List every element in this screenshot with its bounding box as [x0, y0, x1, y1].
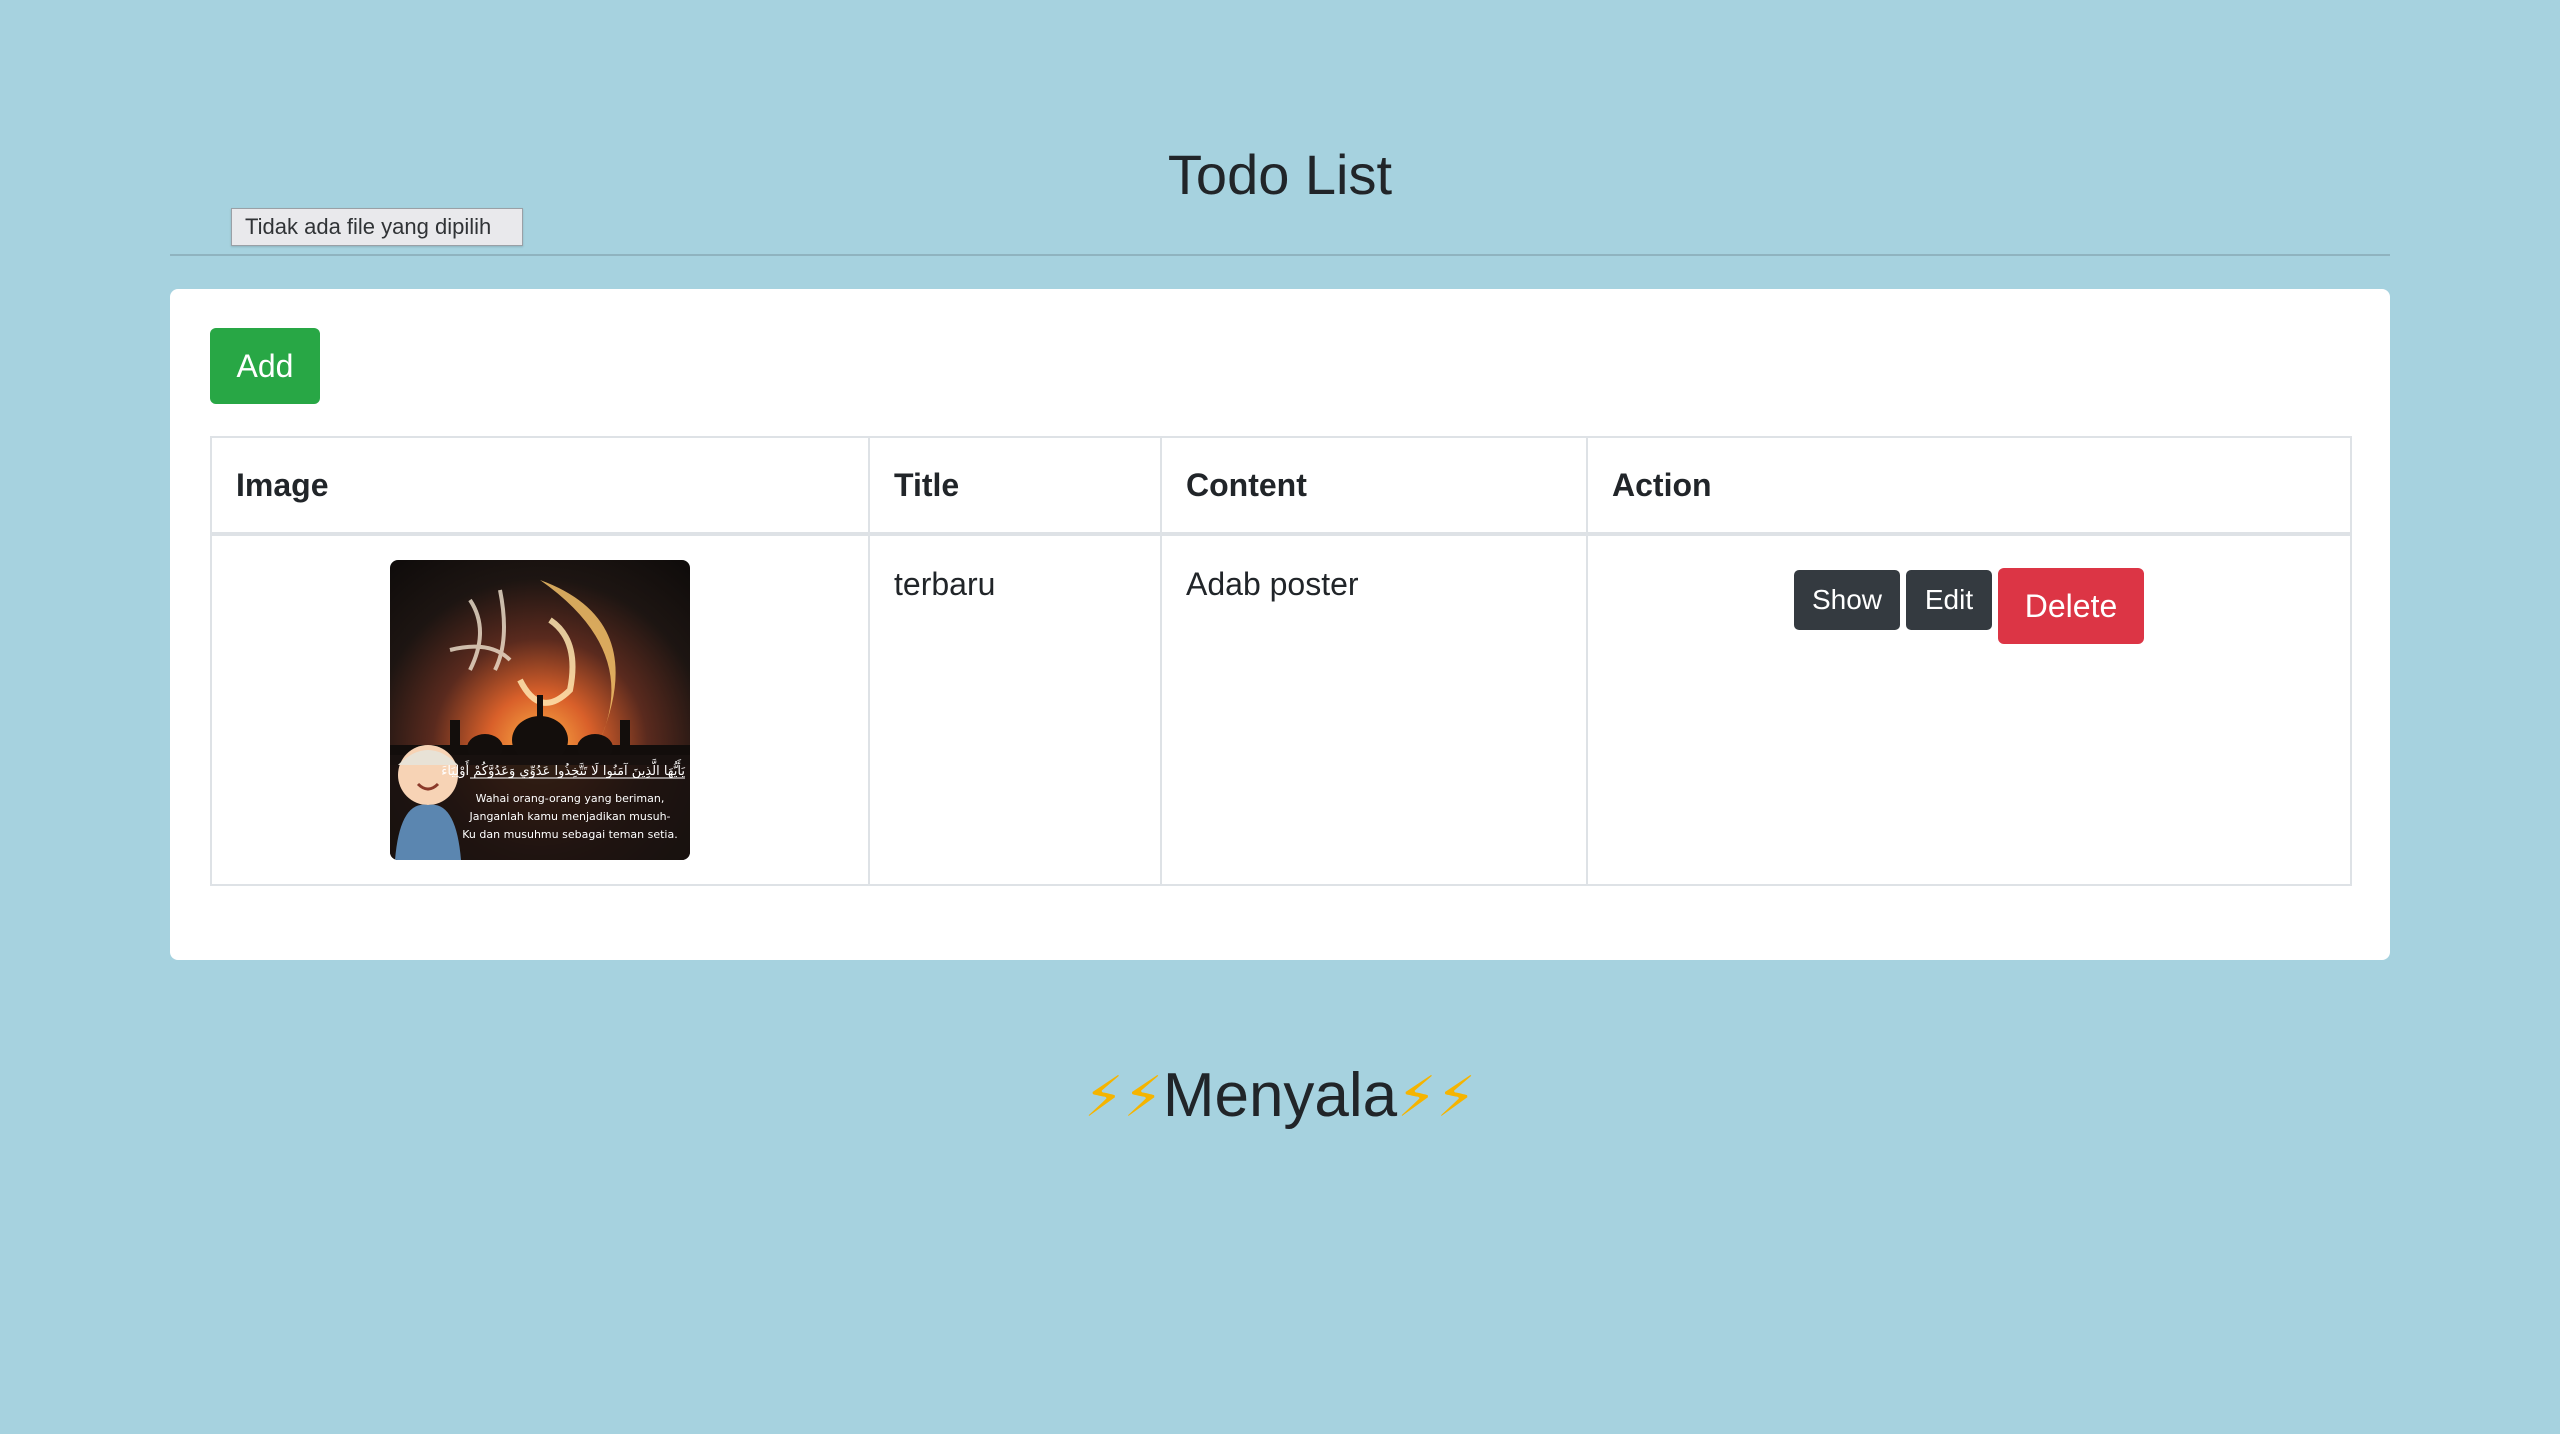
content-cell: Adab poster [1160, 533, 1588, 886]
file-input-tooltip: Tidak ada file yang dipilih [231, 208, 523, 246]
column-header-action: Action [1586, 436, 2352, 536]
todo-card: Add Image Title Content Action يَأَيُّهَ… [170, 289, 2390, 960]
page-title: Todo List [1167, 143, 1393, 206]
show-button[interactable]: Show [1794, 570, 1900, 630]
poster-caption-line: Janganlah kamu menjadikan musuh- [468, 810, 670, 823]
column-header-image: Image [210, 436, 870, 536]
poster-caption-line: Ku dan musuhmu sebagai teman setia. [462, 828, 677, 841]
column-header-content: Content [1160, 436, 1588, 536]
delete-button[interactable]: Delete [1998, 568, 2144, 644]
todo-table: Image Title Content Action يَأَيُّهَا ال… [210, 436, 2352, 886]
poster-thumbnail: يَأَيُّهَا الَّذِينَ آمَنُوا لَا تَتَّخِ… [390, 560, 690, 860]
header-divider [170, 254, 2390, 256]
edit-button[interactable]: Edit [1906, 570, 1992, 630]
table-header-row: Image Title Content Action [210, 436, 2352, 536]
action-cell: Show Edit Delete [1586, 533, 2352, 886]
poster-caption-line: Wahai orang-orang yang beriman, [476, 792, 665, 805]
lightning-icon: ⚡⚡ [1084, 1065, 1163, 1130]
lightning-icon: ⚡⚡ [1397, 1065, 1476, 1130]
page: Todo List Tidak ada file yang dipilih Ad… [0, 0, 2560, 1434]
footer-banner: ⚡⚡Menyala⚡⚡ [0, 1060, 2560, 1134]
add-button[interactable]: Add [210, 328, 320, 404]
title-cell: terbaru [868, 533, 1162, 886]
footer-text: Menyala [1162, 1061, 1398, 1130]
table-row: يَأَيُّهَا الَّذِينَ آمَنُوا لَا تَتَّخِ… [210, 533, 2352, 886]
image-cell: يَأَيُّهَا الَّذِينَ آمَنُوا لَا تَتَّخِ… [210, 533, 870, 886]
column-header-title: Title [868, 436, 1162, 536]
